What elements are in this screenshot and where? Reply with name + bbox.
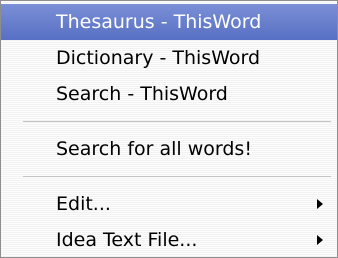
menu-item-idea-text-file[interactable]: Idea Text File... (1, 222, 337, 258)
menu-item-search[interactable]: Search - ThisWord (1, 76, 337, 112)
menu-item-label: Dictionary - ThisWord (56, 47, 261, 69)
menu-separator (1, 112, 337, 131)
menu-item-label: Idea Text File... (56, 229, 198, 251)
submenu-arrow-icon (317, 199, 323, 209)
menu-item-label: Search for all words! (56, 138, 252, 160)
menu-item-thesaurus[interactable]: Thesaurus - ThisWord (1, 4, 337, 40)
menu-item-search-all-words[interactable]: Search for all words! (1, 131, 337, 167)
menu-item-dictionary[interactable]: Dictionary - ThisWord (1, 40, 337, 76)
menu-item-edit[interactable]: Edit... (1, 186, 337, 222)
menu-item-label: Thesaurus - ThisWord (56, 11, 262, 33)
menu-item-label: Edit... (56, 193, 111, 215)
menu-separator (1, 167, 337, 186)
submenu-arrow-icon (317, 235, 323, 245)
context-menu: Thesaurus - ThisWord Dictionary - ThisWo… (0, 0, 338, 258)
menu-item-label: Search - ThisWord (56, 83, 228, 105)
